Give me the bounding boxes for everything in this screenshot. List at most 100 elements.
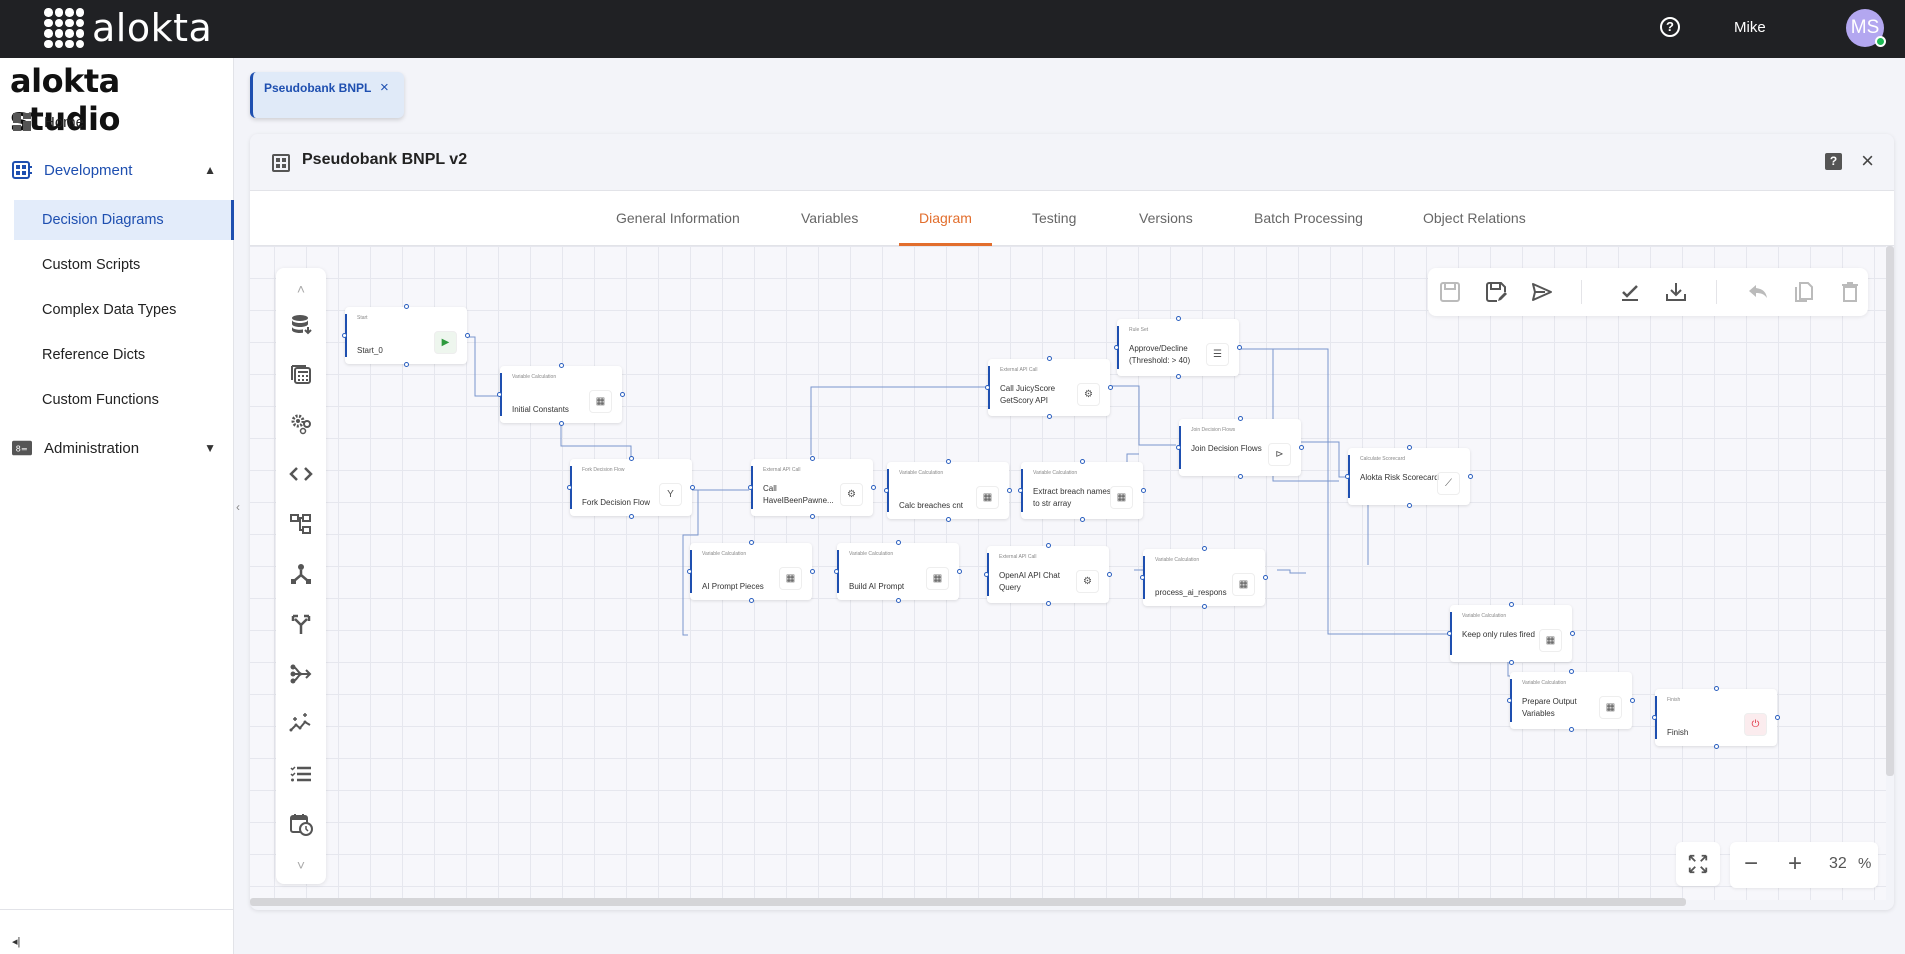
delete-icon[interactable] (1838, 280, 1862, 304)
tab-variables[interactable]: Variables (801, 210, 858, 226)
diagram-node-buildai[interactable]: Variable Calculation Build AI Prompt ▦ (834, 540, 962, 603)
diagram-node-procai[interactable]: Variable Calculation process_ai_respons ▦ (1140, 546, 1268, 609)
port-bottom[interactable] (1047, 414, 1052, 419)
port-bottom[interactable] (946, 517, 951, 522)
port-left[interactable] (1140, 575, 1145, 580)
port-bottom[interactable] (1509, 660, 1514, 665)
zoom-out-button[interactable]: − (1744, 850, 1758, 878)
port-right[interactable] (1299, 445, 1304, 450)
palette-scroll-up-icon[interactable]: ˄ (288, 276, 314, 302)
port-right[interactable] (1775, 715, 1780, 720)
diagram-node-hibp[interactable]: External API Call Call HaveIBeenPawne... ⚙ (748, 456, 876, 519)
port-left[interactable] (687, 569, 692, 574)
port-left[interactable] (1018, 488, 1023, 493)
sidebar-subitem-reference-dicts[interactable]: Reference Dicts (14, 335, 234, 375)
validate-icon[interactable] (1618, 280, 1642, 304)
port-top[interactable] (1080, 459, 1085, 464)
port-top[interactable] (1509, 602, 1514, 607)
diagram-node-openai[interactable]: External API Call OpenAI API Chat Query ⚙ (984, 543, 1112, 606)
port-top[interactable] (1047, 356, 1052, 361)
port-top[interactable] (1714, 686, 1719, 691)
port-bottom[interactable] (404, 362, 409, 367)
port-right[interactable] (1630, 698, 1635, 703)
port-bottom[interactable] (896, 598, 901, 603)
variable-calculation-icon[interactable] (288, 361, 314, 387)
port-top[interactable] (810, 456, 815, 461)
port-right[interactable] (1237, 345, 1242, 350)
merge-icon[interactable] (288, 661, 314, 687)
port-left[interactable] (884, 488, 889, 493)
vertical-scrollbar[interactable] (1886, 246, 1894, 776)
port-top[interactable] (749, 540, 754, 545)
port-top[interactable] (559, 363, 564, 368)
port-top[interactable] (1569, 669, 1574, 674)
diagram-node-fork[interactable]: Fork Decision Flow Fork Decision Flow Y (567, 456, 695, 519)
port-left[interactable] (834, 569, 839, 574)
diagram-node-join[interactable]: Join Decision Flows Join Decision Flows ⊳ (1176, 416, 1304, 479)
rule-set-icon[interactable] (288, 761, 314, 787)
port-left[interactable] (985, 385, 990, 390)
port-bottom[interactable] (749, 598, 754, 603)
diagram-node-juicy[interactable]: External API Call Call JuicyScore GetScor… (985, 356, 1113, 419)
port-left[interactable] (342, 333, 347, 338)
sidebar-subitem-custom-functions[interactable]: Custom Functions (14, 380, 234, 420)
open-document-tab[interactable]: Pseudobank BNPL × (250, 72, 404, 118)
sidebar-subitem-decision-diagrams[interactable]: Decision Diagrams (14, 200, 234, 240)
port-left[interactable] (1447, 631, 1452, 636)
horizontal-scrollbar[interactable] (250, 898, 1686, 906)
port-top[interactable] (1046, 543, 1051, 548)
port-bottom[interactable] (559, 421, 564, 426)
port-bottom[interactable] (1407, 503, 1412, 508)
port-top[interactable] (629, 456, 634, 461)
tab-diagram[interactable]: Diagram (919, 210, 972, 226)
port-top[interactable] (404, 304, 409, 309)
port-right[interactable] (1468, 474, 1473, 479)
port-left[interactable] (984, 572, 989, 577)
help-icon[interactable]: ? (1825, 153, 1842, 170)
diagram-node-finish[interactable]: Finish Finish ⏻ (1652, 686, 1780, 749)
data-source-icon[interactable] (288, 312, 314, 338)
port-left[interactable] (748, 485, 753, 490)
schedule-icon[interactable] (288, 811, 314, 837)
port-bottom[interactable] (1202, 604, 1207, 609)
diagram-node-initconst[interactable]: Variable Calculation Initial Constants ▦ (497, 363, 625, 426)
port-right[interactable] (620, 392, 625, 397)
port-bottom[interactable] (1176, 374, 1181, 379)
copy-icon[interactable] (1792, 280, 1816, 304)
port-top[interactable] (896, 540, 901, 545)
save-icon[interactable] (1438, 280, 1462, 304)
diagram-node-aipieces[interactable]: Variable Calculation AI Prompt Pieces ▦ (687, 540, 815, 603)
port-left[interactable] (1507, 698, 1512, 703)
close-icon[interactable]: × (1861, 148, 1874, 174)
diagram-node-ruleset[interactable]: Rule Set Approve/Decline (Threshold: > 40… (1114, 316, 1242, 379)
sidebar-subitem-custom-scripts[interactable]: Custom Scripts (14, 245, 234, 285)
undo-icon[interactable] (1746, 280, 1770, 304)
port-left[interactable] (1652, 715, 1657, 720)
port-right[interactable] (871, 485, 876, 490)
fork-icon[interactable] (288, 611, 314, 637)
port-right[interactable] (690, 485, 695, 490)
port-bottom[interactable] (629, 514, 634, 519)
sidebar-toggle-icon[interactable]: ‹ (236, 500, 240, 514)
brand-logo[interactable]: alokta (44, 6, 212, 50)
fit-to-screen-button[interactable] (1676, 842, 1720, 886)
port-right[interactable] (957, 569, 962, 574)
sidebar-item-home[interactable]: Home (0, 102, 234, 142)
custom-script-icon[interactable] (288, 461, 314, 487)
chevron-down-icon[interactable]: ▼ (204, 441, 216, 455)
tab-general-information[interactable]: General Information (616, 210, 740, 226)
port-top[interactable] (1202, 546, 1207, 551)
port-bottom[interactable] (1569, 727, 1574, 732)
port-right[interactable] (1263, 575, 1268, 580)
sidebar-subitem-complex-data-types[interactable]: Complex Data Types (14, 290, 234, 330)
port-bottom[interactable] (1046, 601, 1051, 606)
external-api-icon[interactable] (288, 411, 314, 437)
port-bottom[interactable] (1080, 517, 1085, 522)
tab-testing[interactable]: Testing (1032, 210, 1076, 226)
port-right[interactable] (1007, 488, 1012, 493)
zoom-in-button[interactable]: + (1788, 850, 1802, 878)
port-left[interactable] (1114, 345, 1119, 350)
port-right[interactable] (1570, 631, 1575, 636)
tab-batch-processing[interactable]: Batch Processing (1254, 210, 1363, 226)
palette-scroll-down-icon[interactable]: ˅ (288, 852, 314, 878)
